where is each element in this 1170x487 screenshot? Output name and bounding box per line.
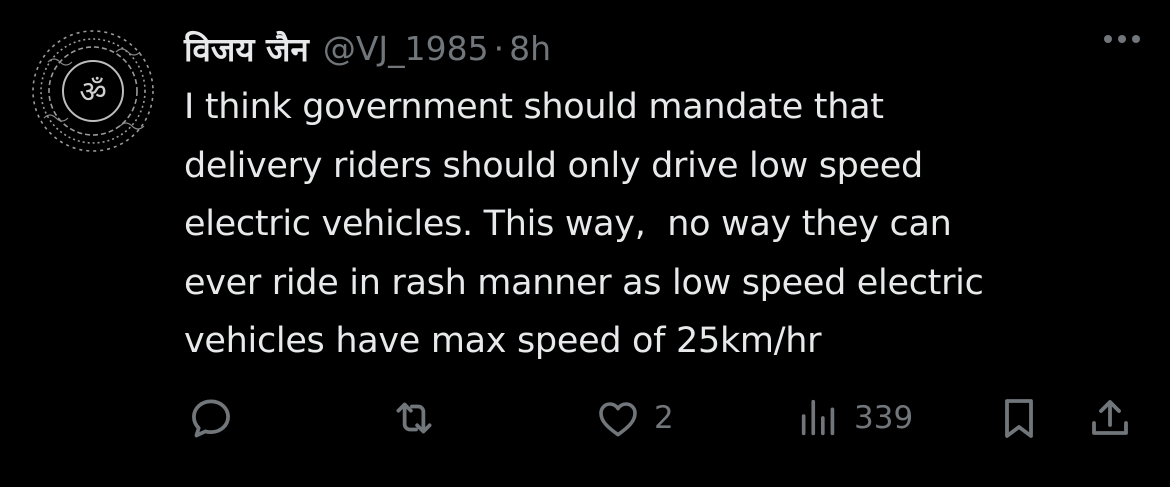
heart-icon xyxy=(599,402,637,437)
bookmark-button[interactable] xyxy=(995,390,1043,446)
tweet[interactable]: ॐ विजय जैन @VJ_1985 · 8h I think governm… xyxy=(0,0,1170,487)
tweet-header: विजय जैन @VJ_1985 · 8h xyxy=(184,22,551,74)
svg-text:ॐ: ॐ xyxy=(79,75,106,110)
om-avatar-icon: ॐ xyxy=(25,23,161,159)
tweet-text: I think government should mandate that d… xyxy=(184,87,984,361)
like-button[interactable]: 2 xyxy=(594,390,674,446)
views-button[interactable]: 339 xyxy=(796,390,913,446)
retweet-icon xyxy=(396,402,432,434)
views-count: 339 xyxy=(854,400,914,436)
separator-dot: · xyxy=(493,28,505,68)
like-count: 2 xyxy=(654,400,674,436)
avatar[interactable]: ॐ xyxy=(24,22,162,160)
more-dot xyxy=(1132,35,1140,43)
bookmark-icon xyxy=(1005,399,1033,438)
retweet-button[interactable] xyxy=(388,390,440,446)
reply-icon xyxy=(192,399,230,438)
share-icon xyxy=(1092,400,1128,435)
reply-button[interactable] xyxy=(186,390,236,446)
more-dot xyxy=(1104,35,1112,43)
action-bar: 2 339 xyxy=(0,390,1170,446)
more-options-icon[interactable] xyxy=(1104,35,1140,43)
more-dot xyxy=(1118,35,1126,43)
timestamp[interactable]: 8h xyxy=(509,29,551,68)
share-button[interactable] xyxy=(1086,390,1134,446)
views-icon xyxy=(801,399,835,436)
display-name[interactable]: विजय जैन xyxy=(184,26,309,71)
user-handle[interactable]: @VJ_1985 xyxy=(323,29,489,68)
